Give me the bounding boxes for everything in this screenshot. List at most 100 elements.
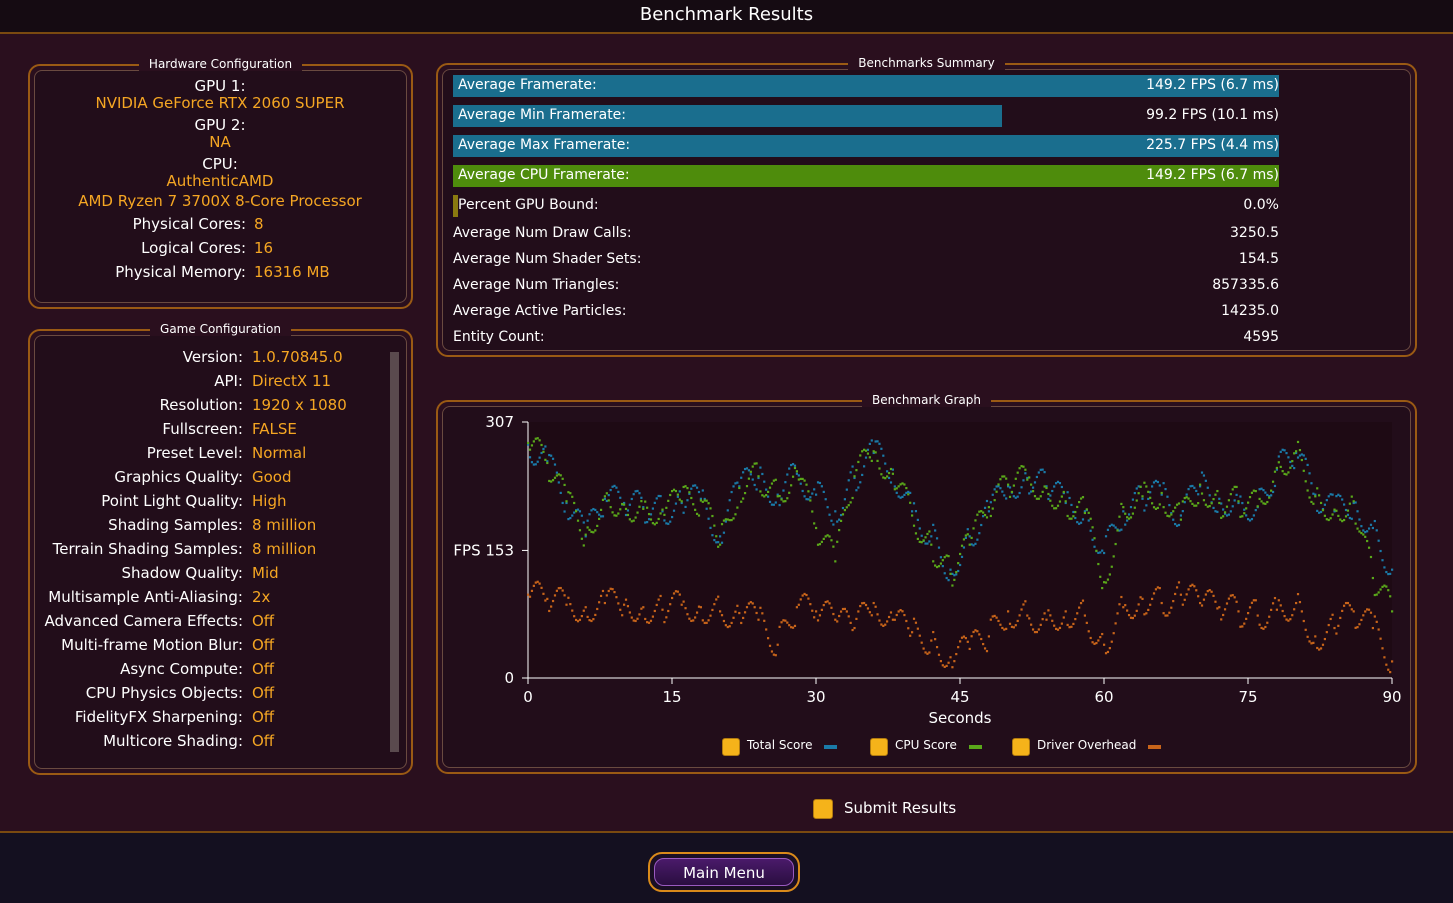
game-row-label: CPU Physics Objects: xyxy=(85,684,243,702)
data-point xyxy=(1195,489,1198,493)
data-point xyxy=(1014,477,1017,480)
data-point xyxy=(565,603,568,606)
data-point xyxy=(1327,495,1330,498)
data-point xyxy=(563,510,566,513)
data-point xyxy=(1058,482,1062,485)
data-point xyxy=(985,650,989,653)
data-point xyxy=(1072,510,1075,514)
data-point xyxy=(776,495,779,498)
legend-checkbox[interactable] xyxy=(1012,738,1030,756)
data-point xyxy=(1366,539,1369,543)
summary-bar-label: Average Framerate: xyxy=(458,77,597,93)
main-menu-label[interactable]: Main Menu xyxy=(654,858,794,886)
legend-label: Driver Overhead xyxy=(1037,738,1137,752)
data-point xyxy=(527,593,530,596)
data-point xyxy=(818,481,822,485)
data-point xyxy=(1325,518,1328,521)
data-point xyxy=(1131,616,1134,620)
data-point xyxy=(1043,612,1046,615)
data-point xyxy=(1112,632,1115,635)
data-point xyxy=(1152,592,1156,595)
game-row-value: FALSE xyxy=(252,420,297,438)
data-point xyxy=(863,465,866,468)
data-point xyxy=(1202,499,1206,502)
data-point xyxy=(707,502,710,505)
data-point xyxy=(1085,508,1088,511)
data-point xyxy=(957,646,960,649)
data-point xyxy=(1214,493,1217,496)
data-point xyxy=(657,517,660,521)
data-point xyxy=(695,486,699,489)
data-point xyxy=(674,502,678,505)
data-point xyxy=(880,447,883,450)
data-point xyxy=(1030,623,1033,626)
data-point xyxy=(991,493,994,496)
data-point xyxy=(742,471,745,474)
data-point xyxy=(941,565,944,568)
data-point xyxy=(841,513,845,516)
data-point xyxy=(1172,510,1175,513)
data-point xyxy=(816,543,820,546)
data-point xyxy=(561,589,564,592)
submit-results-checkbox[interactable] xyxy=(813,799,833,819)
game-row-label: Point Light Quality: xyxy=(101,492,243,510)
data-point xyxy=(1030,483,1033,486)
data-point xyxy=(934,529,937,532)
data-point xyxy=(653,609,656,613)
cpu-vendor: AuthenticAMD xyxy=(166,172,274,190)
data-point xyxy=(768,486,772,489)
data-point xyxy=(1139,596,1142,599)
data-point xyxy=(594,529,597,532)
data-point xyxy=(1270,608,1273,611)
submit-results-label[interactable]: Submit Results xyxy=(844,799,956,817)
data-point xyxy=(1122,606,1125,609)
data-point xyxy=(705,507,708,510)
data-point xyxy=(1191,502,1194,505)
data-point xyxy=(1262,627,1265,630)
data-point xyxy=(1377,628,1380,631)
data-point xyxy=(830,539,833,542)
data-point xyxy=(849,501,852,504)
legend-checkbox[interactable] xyxy=(870,738,888,756)
data-point xyxy=(813,522,816,525)
data-point xyxy=(1066,514,1069,518)
game-panel-scrollbar[interactable] xyxy=(390,352,399,752)
data-point xyxy=(732,485,735,488)
data-point xyxy=(937,565,941,568)
data-point xyxy=(845,488,848,491)
data-point xyxy=(795,470,798,473)
data-point xyxy=(951,584,954,587)
data-point xyxy=(999,487,1002,490)
data-point xyxy=(1335,495,1338,498)
data-point xyxy=(596,607,599,611)
data-point xyxy=(843,508,846,512)
data-point xyxy=(1333,508,1336,511)
data-point xyxy=(1087,511,1090,514)
data-point xyxy=(786,473,789,476)
data-point xyxy=(692,503,695,506)
cpu-model: AMD Ryzen 7 3700X 8-Core Processor xyxy=(78,192,362,210)
data-point xyxy=(695,512,699,515)
data-point xyxy=(613,484,616,487)
data-point xyxy=(738,486,741,490)
data-point xyxy=(1108,573,1111,576)
game-row-value: Off xyxy=(252,708,275,726)
y-tick-label: 0 xyxy=(504,669,514,687)
data-point xyxy=(926,542,929,545)
data-point xyxy=(772,503,775,506)
data-point xyxy=(912,502,916,505)
data-point xyxy=(1195,589,1198,592)
main-menu-button[interactable]: Main Menu xyxy=(648,852,800,892)
legend-checkbox[interactable] xyxy=(722,738,740,756)
legend-label: Total Score xyxy=(747,738,813,752)
data-point xyxy=(1377,539,1380,542)
data-point xyxy=(1375,593,1378,596)
data-point xyxy=(1354,626,1357,629)
data-point xyxy=(548,609,551,613)
data-point xyxy=(960,555,964,558)
data-point xyxy=(939,556,942,559)
data-point xyxy=(1356,527,1359,530)
data-point xyxy=(859,604,862,608)
data-point xyxy=(671,596,674,600)
data-point xyxy=(1295,450,1298,453)
